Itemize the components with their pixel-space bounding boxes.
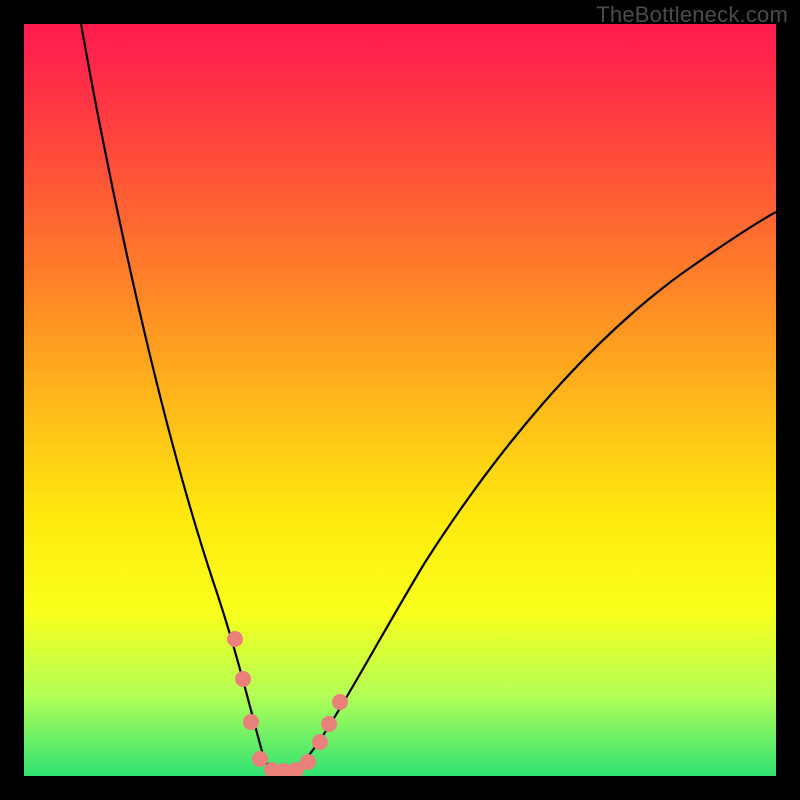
bottleneck-curve — [24, 24, 776, 776]
marker-bead — [252, 751, 268, 767]
marker-bead — [227, 631, 243, 647]
marker-bead — [332, 694, 348, 710]
watermark-text: TheBottleneck.com — [596, 2, 788, 28]
chart-frame: TheBottleneck.com — [0, 0, 800, 800]
marker-bead — [235, 671, 251, 687]
curve-left — [81, 24, 270, 769]
plot-area — [24, 24, 776, 776]
marker-bead — [321, 716, 337, 732]
marker-bead — [243, 714, 259, 730]
curve-right — [296, 212, 776, 770]
marker-bead — [312, 734, 328, 750]
marker-bead — [300, 754, 316, 770]
